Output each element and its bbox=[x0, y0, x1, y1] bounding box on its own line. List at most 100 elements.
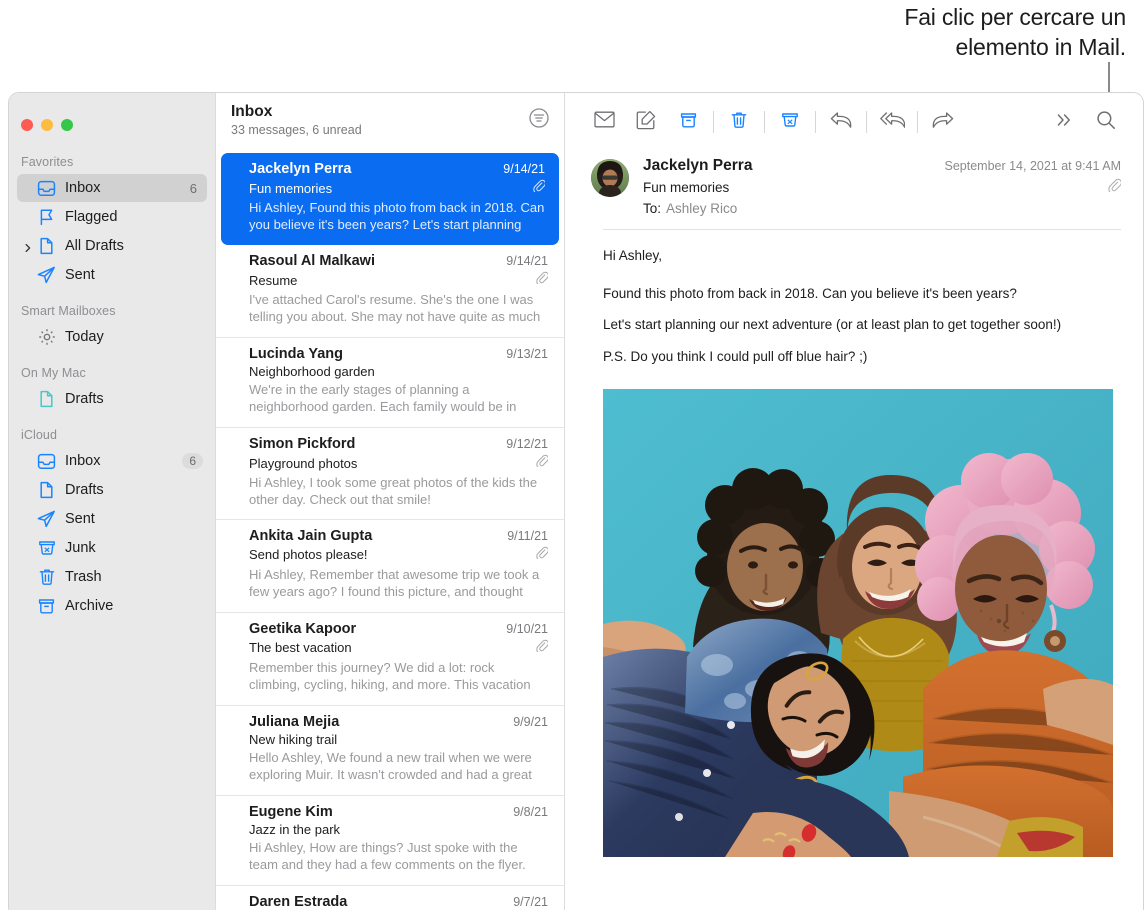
sidebar-item-all-drafts[interactable]: All Drafts bbox=[17, 232, 207, 260]
detail-toolbar bbox=[565, 93, 1143, 151]
document-teal-icon bbox=[37, 390, 56, 409]
sidebar-item-inbox[interactable]: Inbox6 bbox=[17, 174, 207, 202]
callout-line-2: elemento in Mail. bbox=[766, 32, 1126, 62]
message-list: Inbox 33 messages, 6 unread Jackelyn Per… bbox=[215, 93, 565, 910]
unread-count: 6 bbox=[190, 181, 197, 196]
archive-icon bbox=[37, 597, 56, 616]
message-preview: Hi Ashley, Remember that awesome trip we… bbox=[249, 566, 548, 602]
paperclip-icon bbox=[1108, 178, 1121, 197]
forward-button[interactable] bbox=[922, 105, 964, 139]
message-row[interactable]: Geetika Kapoor 9/10/21 The best vacation… bbox=[216, 613, 564, 706]
message-preview: I've attached Carol's resume. She's the … bbox=[249, 291, 548, 327]
sidebar-item-sent[interactable]: Sent bbox=[17, 505, 207, 533]
message-preview: Remember this journey? We did a lot: roc… bbox=[249, 659, 548, 695]
sidebar-item-label: Sent bbox=[65, 511, 207, 527]
sidebar-item-sent[interactable]: Sent bbox=[17, 261, 207, 289]
sidebar-section-header: iCloud bbox=[9, 414, 215, 446]
callout-line-1: Fai clic per cercare un bbox=[766, 2, 1126, 32]
sidebar-item-inbox[interactable]: Inbox6 bbox=[17, 447, 207, 475]
toolbar-separator bbox=[764, 111, 765, 133]
sidebar-item-drafts[interactable]: Drafts bbox=[17, 476, 207, 504]
message-date: 9/13/21 bbox=[506, 347, 548, 361]
message-sender: Rasoul Al Malkawi bbox=[249, 253, 506, 269]
sort-filter-icon[interactable] bbox=[528, 107, 550, 134]
sidebar-section-header: On My Mac bbox=[9, 352, 215, 384]
detail-header: Jackelyn Perra September 14, 2021 at 9:4… bbox=[565, 151, 1143, 216]
group-selfie-photo[interactable] bbox=[603, 389, 1113, 857]
body-paragraph: Let's start planning our next adventure … bbox=[603, 315, 1113, 335]
message-row[interactable]: Simon Pickford 9/12/21 Playground photos… bbox=[216, 428, 564, 520]
message-row[interactable]: Daren Estrada 9/7/21 Coming to town Hey,… bbox=[216, 886, 564, 910]
paper-plane-icon bbox=[37, 266, 56, 285]
message-subject: Jazz in the park bbox=[249, 822, 548, 837]
reply-button[interactable] bbox=[820, 105, 862, 139]
sidebar-item-label: Sent bbox=[65, 267, 207, 283]
sidebar-item-junk[interactable]: Junk bbox=[17, 534, 207, 562]
message-row[interactable]: Jackelyn Perra 9/14/21 Fun memories Hi A… bbox=[221, 153, 559, 245]
envelope-icon bbox=[594, 111, 615, 133]
zoom-button[interactable] bbox=[61, 119, 73, 131]
flag-icon bbox=[37, 208, 56, 227]
message-sender: Jackelyn Perra bbox=[249, 161, 503, 177]
more-button[interactable] bbox=[1043, 105, 1085, 139]
message-date: 9/11/21 bbox=[507, 529, 548, 543]
message-row[interactable]: Lucinda Yang 9/13/21 Neighborhood garden… bbox=[216, 338, 564, 428]
mail-window: Favorites Inbox6 Flagged All Drafts Sent… bbox=[8, 92, 1144, 910]
message-date: 9/12/21 bbox=[506, 437, 548, 451]
mailbox-title: Inbox bbox=[231, 102, 362, 121]
message-subject: Neighborhood garden bbox=[249, 364, 548, 379]
sidebar-item-label: Inbox bbox=[65, 180, 190, 196]
message-row[interactable]: Ankita Jain Gupta 9/11/21 Send photos pl… bbox=[216, 520, 564, 613]
document-icon bbox=[37, 481, 56, 500]
message-preview: Hi Ashley, I took some great photos of t… bbox=[249, 474, 548, 509]
message-preview: We're in the early stages of planning a … bbox=[249, 381, 548, 417]
body-paragraph: Found this photo from back in 2018. Can … bbox=[603, 284, 1113, 304]
search-icon bbox=[1096, 110, 1116, 135]
sidebar-item-archive[interactable]: Archive bbox=[17, 592, 207, 620]
toolbar-separator bbox=[917, 111, 918, 133]
message-preview: Hello Ashley, We found a new trail when … bbox=[249, 749, 548, 785]
reply-all-icon bbox=[880, 111, 905, 134]
archive-button[interactable] bbox=[667, 105, 709, 139]
attachment-photo-container[interactable] bbox=[603, 389, 1113, 857]
message-subject: Playground photos bbox=[249, 456, 530, 471]
message-row[interactable]: Eugene Kim 9/8/21 Jazz in the park Hi As… bbox=[216, 796, 564, 886]
message-row[interactable]: Juliana Mejia 9/9/21 New hiking trail He… bbox=[216, 706, 564, 796]
avatar-photo bbox=[591, 159, 629, 197]
chevron-double-right-icon bbox=[1055, 112, 1073, 133]
body-paragraph: Hi Ashley, bbox=[603, 246, 1113, 266]
sidebar-item-trash[interactable]: Trash bbox=[17, 563, 207, 591]
message-preview: Hi Ashley, Found this photo from back in… bbox=[249, 199, 545, 235]
sidebar-item-flagged[interactable]: Flagged bbox=[17, 203, 207, 231]
sidebar-item-today[interactable]: Today bbox=[17, 323, 207, 351]
message-date: 9/7/21 bbox=[513, 895, 548, 909]
toolbar-separator bbox=[815, 111, 816, 133]
sidebar-item-label: Inbox bbox=[65, 453, 182, 469]
junk-icon bbox=[781, 111, 799, 134]
sidebar-item-drafts[interactable]: Drafts bbox=[17, 385, 207, 413]
mailbox-subtitle: 33 messages, 6 unread bbox=[231, 123, 362, 137]
paperclip-icon bbox=[536, 271, 548, 289]
mark-unread-button[interactable] bbox=[583, 105, 625, 139]
search-button[interactable] bbox=[1085, 105, 1127, 139]
body-paragraph: P.S. Do you think I could pull off blue … bbox=[603, 347, 1113, 367]
chevron-right-icon[interactable] bbox=[23, 241, 33, 251]
junk-icon bbox=[37, 539, 56, 558]
detail-to-value[interactable]: Ashley Rico bbox=[666, 201, 737, 216]
message-date: 9/9/21 bbox=[513, 715, 548, 729]
message-row[interactable]: Rasoul Al Malkawi 9/14/21 Resume I've at… bbox=[216, 245, 564, 338]
window-traffic-lights bbox=[9, 103, 215, 139]
document-icon bbox=[37, 237, 56, 256]
message-sender: Simon Pickford bbox=[249, 436, 506, 452]
sidebar-item-label: Drafts bbox=[65, 482, 207, 498]
minimize-button[interactable] bbox=[41, 119, 53, 131]
sidebar-section-header: Favorites bbox=[9, 139, 215, 173]
junk-button[interactable] bbox=[769, 105, 811, 139]
delete-button[interactable] bbox=[718, 105, 760, 139]
compose-button[interactable] bbox=[625, 105, 667, 139]
detail-subject: Fun memories bbox=[643, 180, 1108, 195]
reply-all-button[interactable] bbox=[871, 105, 913, 139]
close-button[interactable] bbox=[21, 119, 33, 131]
trash-icon bbox=[731, 111, 747, 134]
message-date: 9/8/21 bbox=[513, 805, 548, 819]
